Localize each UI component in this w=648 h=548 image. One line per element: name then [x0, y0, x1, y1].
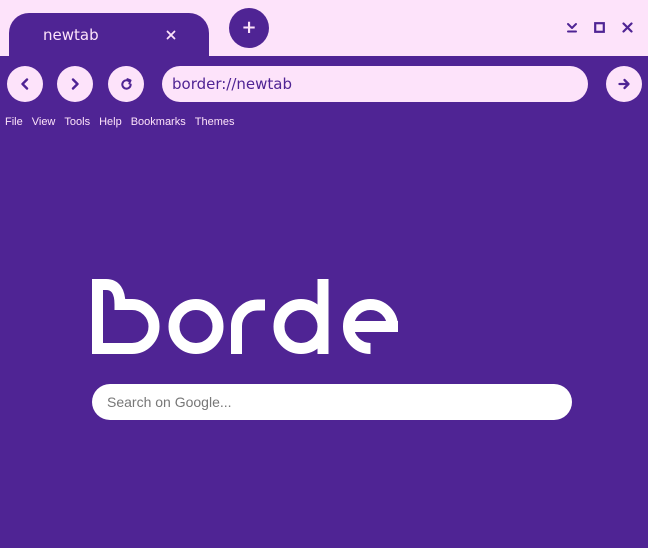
plus-icon: +	[241, 17, 257, 38]
minimize-button[interactable]	[563, 18, 581, 36]
tab-strip: newtab +	[0, 0, 648, 56]
close-icon	[621, 21, 633, 33]
menu-themes[interactable]: Themes	[195, 116, 235, 128]
tab-title: newtab	[43, 26, 99, 44]
menu-bar: File View Tools Help Bookmarks Themes	[5, 116, 243, 128]
close-window-button[interactable]	[618, 18, 636, 36]
back-button[interactable]	[7, 66, 43, 102]
menu-view[interactable]: View	[32, 116, 56, 128]
chevron-right-icon	[71, 78, 79, 90]
menu-tools[interactable]: Tools	[64, 116, 90, 128]
border-logo	[92, 279, 402, 361]
arrow-right-icon	[617, 78, 630, 90]
new-tab-button[interactable]: +	[229, 8, 269, 48]
address-bar-text: border://newtab	[172, 75, 293, 93]
minimize-chevron-icon	[567, 23, 577, 33]
tab-newtab[interactable]: newtab	[9, 13, 209, 56]
menu-file[interactable]: File	[5, 116, 23, 128]
reload-button[interactable]	[108, 66, 144, 102]
browser-window: newtab + border://newtab File View Tools…	[0, 0, 648, 548]
menu-help[interactable]: Help	[99, 116, 122, 128]
search-input[interactable]	[92, 384, 572, 420]
forward-button[interactable]	[57, 66, 93, 102]
address-bar[interactable]: border://newtab	[162, 66, 588, 102]
maximize-square-icon	[593, 21, 605, 33]
reload-icon	[120, 77, 132, 90]
maximize-button[interactable]	[590, 18, 608, 36]
chevron-left-icon	[21, 78, 29, 90]
close-icon[interactable]	[163, 26, 179, 44]
go-button[interactable]	[606, 66, 642, 102]
menu-bookmarks[interactable]: Bookmarks	[131, 116, 186, 128]
